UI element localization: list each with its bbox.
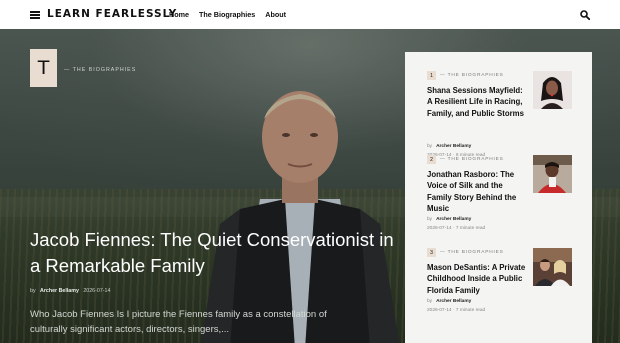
item-read-time: 7 minute read [455, 226, 486, 231]
item-number: 1 [427, 71, 436, 80]
item-meta: by Archer Bellamy [427, 299, 471, 304]
item-author[interactable]: Archer Bellamy [436, 299, 471, 304]
item-thumbnail[interactable] [533, 155, 572, 193]
sidebar-list: 1 — THE BIOGRAPHIES Shana Sessions Mayfi… [405, 52, 592, 343]
item-sep: · [452, 226, 455, 231]
site-logo[interactable]: LEARN FEARLESSLY [47, 8, 177, 20]
hamburger-menu-icon[interactable] [30, 11, 40, 19]
item-meta: by Archer Bellamy [427, 144, 471, 149]
hero-excerpt: Who Jacob Fiennes Is I picture the Fienn… [30, 309, 327, 335]
item-thumbnail[interactable] [533, 71, 572, 109]
item-title[interactable]: Mason DeSantis: A Private Childhood Insi… [427, 262, 529, 296]
item-title[interactable]: Jonathan Rasboro: The Voice of Silk and … [427, 169, 529, 214]
item-author[interactable]: Archer Bellamy [436, 217, 471, 222]
item-category[interactable]: — THE BIOGRAPHIES [440, 157, 504, 162]
hero-date: 2026-07-14 [83, 288, 111, 294]
item-date: 2026-07-14 [427, 308, 452, 313]
item-date-read: 2026-07-14 · 7 minute read [427, 308, 485, 313]
nav-the-biographies[interactable]: The Biographies [199, 10, 255, 19]
item-title[interactable]: Shana Sessions Mayfield: A Resilient Lif… [427, 85, 529, 119]
search-icon[interactable] [580, 10, 590, 20]
hero-meta-by: by [30, 288, 36, 294]
category-letter-badge: T [30, 49, 57, 87]
nav-about[interactable]: About [265, 10, 286, 19]
hero-author[interactable]: Archer Bellamy [40, 288, 79, 294]
item-number: 3 [427, 248, 436, 257]
hero-category[interactable]: — THE BIOGRAPHIES [64, 67, 136, 73]
item-by: by [427, 144, 433, 149]
item-meta: by Archer Bellamy [427, 217, 471, 222]
item-category[interactable]: — THE BIOGRAPHIES [440, 250, 504, 255]
site-header: LEARN FEARLESSLY Home The Biographies Ab… [0, 0, 620, 29]
item-author[interactable]: Archer Bellamy [436, 144, 471, 149]
item-read-time: 7 minute read [455, 308, 486, 313]
item-category[interactable]: — THE BIOGRAPHIES [440, 73, 504, 78]
hero-title[interactable]: Jacob Fiennes: The Quiet Conservationist… [30, 227, 400, 279]
item-date: 2026-07-14 [427, 226, 452, 231]
item-date-read: 2026-07-14 · 7 minute read [427, 226, 485, 231]
item-thumbnail[interactable] [533, 248, 572, 286]
item-number: 2 [427, 155, 436, 164]
nav-home[interactable]: Home [169, 10, 189, 19]
item-by: by [427, 299, 433, 304]
item-by: by [427, 217, 433, 222]
main-nav: Home The Biographies About [169, 10, 286, 19]
hero-meta: by Archer Bellamy 2026-07-14 [30, 288, 110, 294]
item-sep: · [452, 308, 455, 313]
